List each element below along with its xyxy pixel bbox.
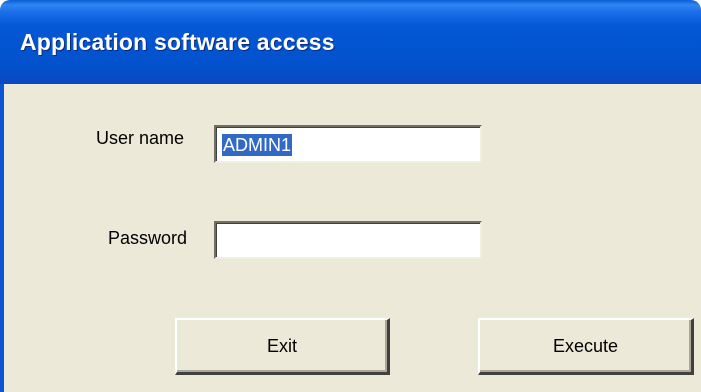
exit-button[interactable]: Exit <box>175 318 390 375</box>
username-label: User name <box>96 128 185 148</box>
exit-button-label: Exit <box>266 335 297 356</box>
password-input[interactable] <box>214 221 482 259</box>
window-title: Application software access <box>20 29 335 55</box>
username-input[interactable]: ADMIN1 <box>214 125 482 163</box>
login-dialog: Application software access User name AD… <box>0 0 701 392</box>
username-value: ADMIN1 <box>222 134 293 156</box>
password-label: Password <box>108 228 188 248</box>
execute-button[interactable]: Execute <box>478 318 694 375</box>
execute-button-label: Execute <box>552 335 619 356</box>
title-bar[interactable]: Application software access <box>0 0 701 84</box>
